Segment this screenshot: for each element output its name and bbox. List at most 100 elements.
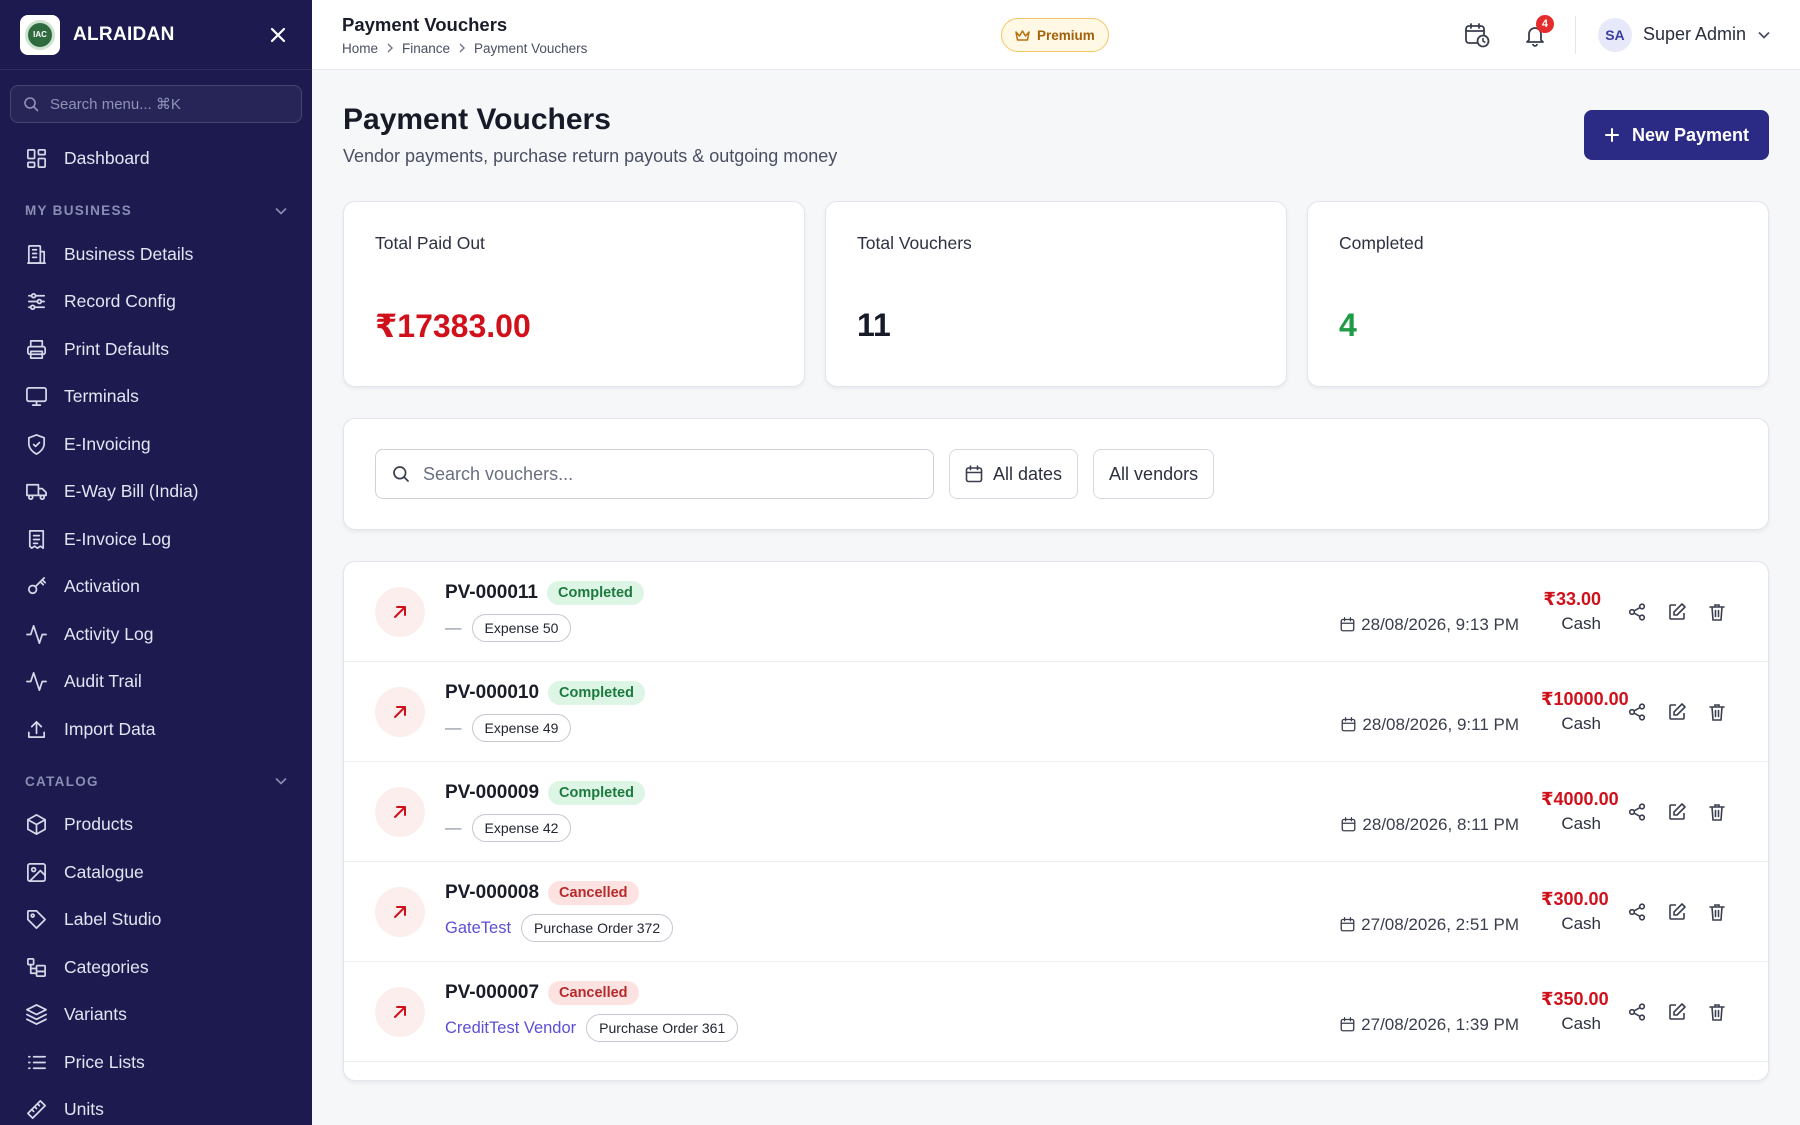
- edit-button[interactable]: [1657, 692, 1697, 732]
- sidebar-item-catalogue[interactable]: Catalogue: [0, 849, 312, 897]
- sidebar-nav: Dashboard MY BUSINESS Business Details Reco…: [0, 135, 312, 1125]
- breadcrumb-home[interactable]: Home: [342, 41, 378, 56]
- date-filter-button[interactable]: All dates: [949, 449, 1079, 499]
- calendar-icon: [1342, 717, 1356, 732]
- outgoing-arrow-icon: [375, 786, 425, 837]
- voucher-number[interactable]: PV-000011: [445, 582, 538, 604]
- delete-button[interactable]: [1697, 592, 1737, 632]
- voucher-number[interactable]: PV-000010: [445, 682, 539, 704]
- vendor-filter-button[interactable]: All vendors: [1093, 449, 1215, 499]
- page-title: Payment Vouchers: [343, 103, 611, 136]
- delete-button[interactable]: [1697, 992, 1737, 1032]
- voucher-row[interactable]: PV-000011 Completed — Expense 50 28/08/2026,…: [344, 562, 1768, 662]
- sidebar-item-label: Record Config: [64, 291, 176, 312]
- sidebar-item-e-way-bill-india[interactable]: E-Way Bill (India): [0, 468, 312, 516]
- voucher-date: 28/08/2026, 8:11 PM: [1341, 815, 1519, 835]
- search-icon: [393, 466, 409, 482]
- sidebar-section-catalog[interactable]: CATALOG: [0, 761, 312, 801]
- vendor-link: —: [445, 618, 462, 637]
- voucher-row[interactable]: PV-000007 Cancelled CreditTest Vendor Purch…: [344, 962, 1768, 1062]
- vendor-link[interactable]: GateTest: [445, 919, 511, 938]
- calendar-clock-button[interactable]: [1457, 15, 1497, 55]
- share-button[interactable]: [1617, 992, 1657, 1032]
- avatar: SA: [1597, 17, 1632, 52]
- sidebar-item-record-config[interactable]: Record Config: [0, 278, 312, 326]
- sidebar-item-activity-log[interactable]: Activity Log: [0, 611, 312, 659]
- voucher-row[interactable]: PV-000006CancelledCreditTest VendorPurch…: [344, 1062, 1768, 1080]
- sidebar-item-e-invoicing[interactable]: E-Invoicing: [0, 421, 312, 469]
- sidebar-item-activation[interactable]: Activation: [0, 563, 312, 611]
- edit-icon: [1669, 1002, 1686, 1020]
- sidebar-item-label: Business Details: [64, 243, 194, 264]
- share-icon: [1628, 802, 1646, 821]
- payment-mode: Cash: [1561, 914, 1601, 933]
- delete-button[interactable]: [1697, 892, 1737, 932]
- monitor-icon: [25, 385, 48, 408]
- voucher-row[interactable]: PV-000009 Completed — Expense 42 28/08/2026,…: [344, 762, 1768, 862]
- reference-chip: Expense 50: [471, 614, 572, 642]
- premium-badge[interactable]: Premium: [1001, 18, 1109, 52]
- tree-icon: [25, 956, 48, 979]
- share-button[interactable]: [1617, 592, 1657, 632]
- sidebar-item-units[interactable]: Units: [0, 1086, 312, 1125]
- sidebar-item-products[interactable]: Products: [0, 801, 312, 849]
- sidebar-item-print-defaults[interactable]: Print Defaults: [0, 326, 312, 374]
- voucher-date-text: 27/08/2026, 2:51 PM: [1361, 914, 1519, 934]
- share-button[interactable]: [1617, 692, 1657, 732]
- notifications-button[interactable]: 4: [1515, 14, 1555, 55]
- edit-button[interactable]: [1657, 892, 1697, 932]
- chevron-right-icon: [458, 43, 466, 53]
- voucher-search[interactable]: [375, 449, 934, 499]
- reference-chip: Expense 49: [471, 714, 572, 742]
- sidebar-item-variants[interactable]: Variants: [0, 991, 312, 1039]
- sidebar-search-input[interactable]: Search menu... ⌘K: [10, 85, 302, 123]
- brand-logo[interactable]: IAC: [20, 14, 60, 55]
- trash-icon: [1709, 603, 1725, 621]
- search-icon: [24, 97, 39, 112]
- voucher-row[interactable]: PV-000010 Completed — Expense 49 28/08/2026,…: [344, 662, 1768, 762]
- sidebar-item-categories[interactable]: Categories: [0, 944, 312, 992]
- edit-icon: [1669, 902, 1686, 920]
- sidebar-item-price-lists[interactable]: Price Lists: [0, 1039, 312, 1087]
- stat-value: ₹17383.00: [375, 308, 531, 344]
- chevron-right-icon: [386, 43, 394, 53]
- calendar-icon: [965, 465, 983, 483]
- voucher-row[interactable]: PV-000008 Cancelled GateTest Purchase Order…: [344, 862, 1768, 962]
- payment-mode: Cash: [1561, 814, 1601, 833]
- voucher-number[interactable]: PV-000008: [445, 882, 539, 904]
- delete-button[interactable]: [1697, 692, 1737, 732]
- chevron-down-icon: [1758, 31, 1770, 39]
- status-badge: Completed: [548, 681, 645, 705]
- edit-button[interactable]: [1657, 592, 1697, 632]
- vendor-link: —: [445, 718, 462, 737]
- sidebar-item-dashboard[interactable]: Dashboard: [0, 135, 312, 183]
- sidebar-item-audit-trail[interactable]: Audit Trail: [0, 658, 312, 706]
- sidebar-item-import-data[interactable]: Import Data: [0, 706, 312, 754]
- sidebar-section-my-business[interactable]: MY BUSINESS: [0, 191, 312, 231]
- voucher-number[interactable]: PV-000007: [445, 982, 539, 1004]
- breadcrumb-finance[interactable]: Finance: [402, 41, 450, 56]
- vendor-link[interactable]: CreditTest Vendor: [445, 1019, 576, 1038]
- sidebar-item-terminals[interactable]: Terminals: [0, 373, 312, 421]
- sidebar-item-label: E-Way Bill (India): [64, 481, 199, 502]
- list-icon: [25, 1051, 48, 1074]
- date-filter-label: All dates: [993, 463, 1063, 484]
- crown-icon: [1015, 29, 1030, 41]
- voucher-number[interactable]: PV-000009: [445, 782, 539, 804]
- stat-label: Total Paid Out: [375, 233, 485, 253]
- share-button[interactable]: [1617, 792, 1657, 832]
- new-payment-button[interactable]: New Payment: [1583, 110, 1769, 160]
- close-sidebar-button[interactable]: [264, 21, 292, 49]
- edit-button[interactable]: [1657, 792, 1697, 832]
- sidebar-item-label-studio[interactable]: Label Studio: [0, 896, 312, 944]
- vendor-link: —: [445, 818, 462, 837]
- voucher-search-input[interactable]: [423, 463, 917, 485]
- delete-button[interactable]: [1697, 792, 1737, 832]
- edit-button[interactable]: [1657, 992, 1697, 1032]
- sidebar-item-e-invoice-log[interactable]: E-Invoice Log: [0, 516, 312, 564]
- sidebar-item-label: Terminals: [64, 386, 139, 407]
- trash-icon: [1709, 903, 1725, 921]
- share-button[interactable]: [1617, 892, 1657, 932]
- user-menu[interactable]: SA Super Admin: [1597, 17, 1770, 52]
- sidebar-item-business-details[interactable]: Business Details: [0, 231, 312, 279]
